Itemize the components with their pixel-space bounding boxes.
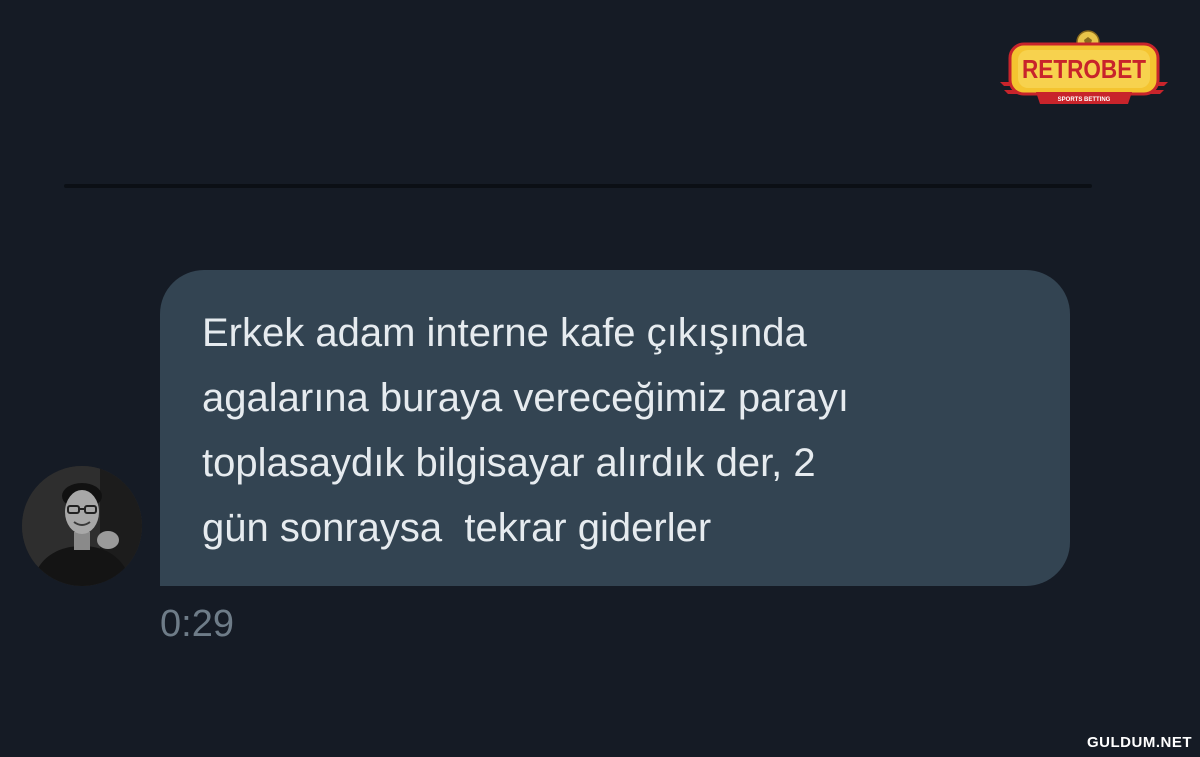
message-text-line: Erkek adam interne kafe çıkışında — [202, 311, 807, 355]
brand-tagline: SPORTS BETTING — [1058, 97, 1111, 103]
brand-name: RETROBET — [1022, 54, 1146, 84]
message-text-line: toplasaydık bilgisayar alırdık der, 2 — [202, 441, 816, 485]
retrobet-logo-icon: RETROBET SPORTS BETTING — [1000, 30, 1168, 104]
message-bubble[interactable]: Erkek adam interne kafe çıkışında agalar… — [160, 270, 1070, 586]
avatar[interactable] — [22, 466, 142, 586]
retrobet-logo: RETROBET SPORTS BETTING — [996, 30, 1172, 110]
user-photo-icon — [22, 466, 142, 586]
message-timestamp: 0:29 — [160, 603, 234, 645]
divider — [64, 184, 1092, 188]
message-text-line: agalarına buraya vereceğimiz parayı — [202, 376, 850, 420]
message-text-line: gün sonraysa tekrar giderler — [202, 506, 712, 550]
site-watermark: GULDUM.NET — [1087, 734, 1192, 751]
